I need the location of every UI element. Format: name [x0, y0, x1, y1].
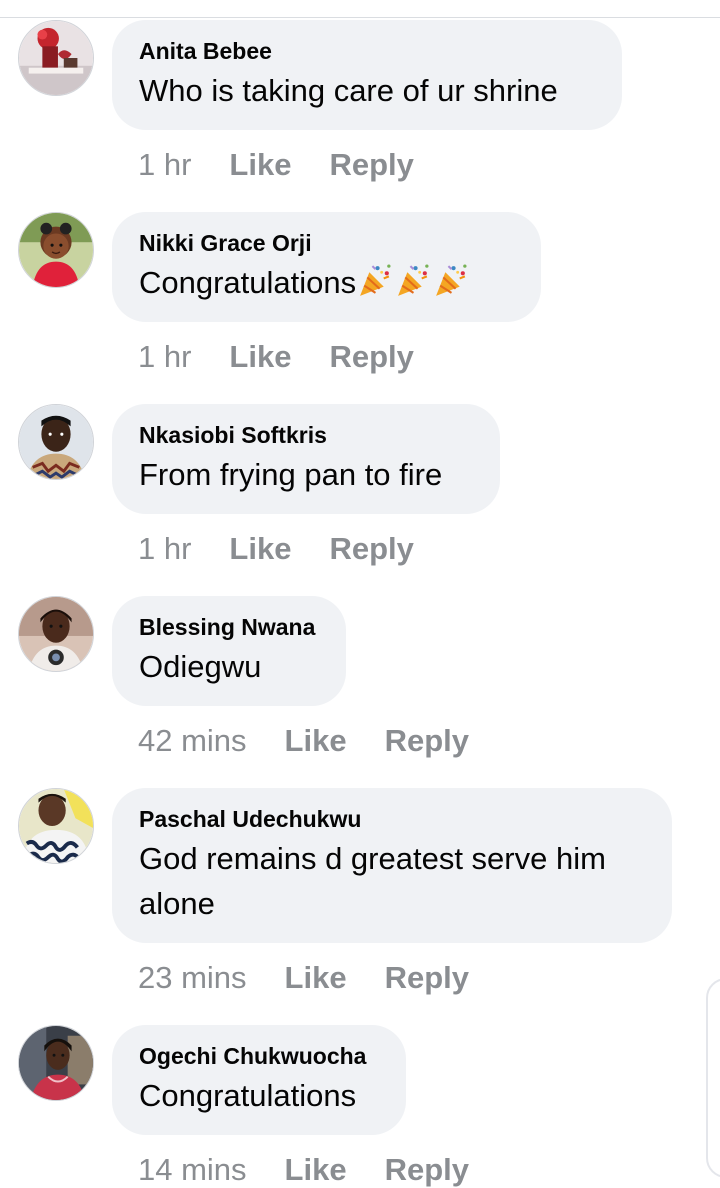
party-popper-icon: [360, 264, 391, 296]
avatar[interactable]: [18, 596, 94, 672]
edge-panel-handle[interactable]: [706, 978, 720, 1178]
avatar-ogechi-chukwuocha-icon: [19, 1026, 93, 1100]
like-button[interactable]: Like: [285, 723, 347, 759]
comment-timestamp[interactable]: 14 mins: [138, 1152, 247, 1188]
avatar[interactable]: [18, 1025, 94, 1101]
party-popper-icon: [436, 264, 467, 296]
comment-text: God remains d greatest serve him alone: [139, 841, 606, 921]
comment-author[interactable]: Nkasiobi Softkris: [139, 421, 472, 449]
comment-timestamp[interactable]: 23 mins: [138, 960, 247, 996]
like-button[interactable]: Like: [285, 1152, 347, 1188]
like-button[interactable]: Like: [285, 960, 347, 996]
reply-button[interactable]: Reply: [329, 147, 413, 183]
avatar[interactable]: [18, 212, 94, 288]
avatar[interactable]: [18, 404, 94, 480]
avatar-paschal-udechukwu-icon: [19, 789, 93, 863]
comment-text-content: Congratulations: [139, 265, 357, 300]
reply-button[interactable]: Reply: [329, 531, 413, 567]
comment-author[interactable]: Anita Bebee: [139, 37, 594, 65]
comment-actions: 1 hr Like Reply: [138, 531, 414, 567]
avatar[interactable]: [18, 788, 94, 864]
comment-timestamp[interactable]: 1 hr: [138, 531, 191, 567]
reply-button[interactable]: Reply: [385, 723, 469, 759]
comment-text: Odiegwu: [139, 649, 262, 684]
comment-timestamp[interactable]: 42 mins: [138, 723, 247, 759]
avatar-nkasiobi-softkris-icon: [19, 405, 93, 479]
avatar-anita-bebee-icon: [19, 21, 93, 95]
avatar-blessing-nwana-icon: [19, 597, 93, 671]
comment-text: From frying pan to fire: [139, 457, 443, 492]
comment-actions: 1 hr Like Reply: [138, 339, 414, 375]
comment-bubble: Blessing Nwana Odiegwu: [112, 596, 346, 706]
comment-bubble: Nkasiobi Softkris From frying pan to fir…: [112, 404, 500, 514]
comment-text: Who is taking care of ur shrine: [139, 73, 558, 108]
comment-text: Congratulations: [139, 1078, 357, 1113]
like-button[interactable]: Like: [229, 147, 291, 183]
comment-text: Congratulations: [139, 260, 513, 305]
comment-author[interactable]: Blessing Nwana: [139, 613, 318, 641]
comment-bubble: Paschal Udechukwu God remains d greatest…: [112, 788, 672, 943]
reply-button[interactable]: Reply: [385, 1152, 469, 1188]
top-divider: [0, 17, 720, 18]
like-button[interactable]: Like: [229, 531, 291, 567]
comment-bubble: Nikki Grace Orji Congratulations: [112, 212, 541, 322]
like-button[interactable]: Like: [229, 339, 291, 375]
comment-bubble: Ogechi Chukwuocha Congratulations: [112, 1025, 406, 1135]
party-popper-icon: [398, 264, 429, 296]
comment-author[interactable]: Nikki Grace Orji: [139, 229, 513, 257]
comment-timestamp[interactable]: 1 hr: [138, 339, 191, 375]
avatar-nikki-grace-orji-icon: [19, 213, 93, 287]
comment-bubble: Anita Bebee Who is taking care of ur shr…: [112, 20, 622, 130]
comment-actions: 14 mins Like Reply: [138, 1152, 469, 1188]
reply-button[interactable]: Reply: [385, 960, 469, 996]
comment-actions: 42 mins Like Reply: [138, 723, 469, 759]
comment-actions: 1 hr Like Reply: [138, 147, 414, 183]
comment-timestamp[interactable]: 1 hr: [138, 147, 191, 183]
avatar[interactable]: [18, 20, 94, 96]
comment-author[interactable]: Ogechi Chukwuocha: [139, 1042, 378, 1070]
comment-author[interactable]: Paschal Udechukwu: [139, 805, 644, 833]
reply-button[interactable]: Reply: [329, 339, 413, 375]
comment-actions: 23 mins Like Reply: [138, 960, 469, 996]
